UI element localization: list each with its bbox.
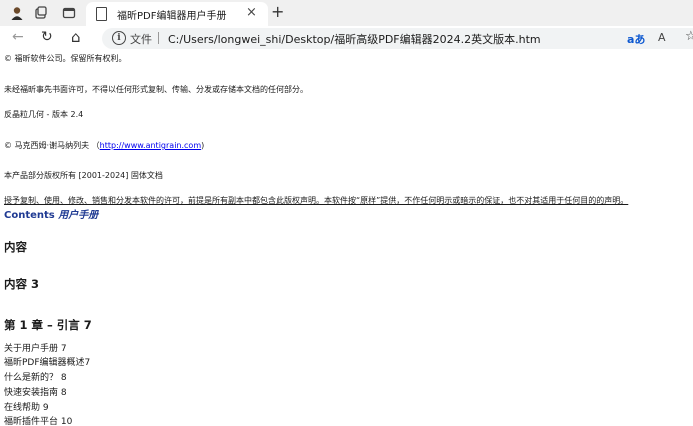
no-copy-notice: 未经福昕事先书面许可，不得以任何形式复制、传输、分发或存储本文档的任何部分。 (4, 85, 308, 94)
toc-item[interactable]: 快速安装指南 8 (4, 385, 67, 398)
new-tab-icon[interactable]: + (271, 2, 284, 21)
tab-close-icon[interactable]: × (246, 5, 257, 20)
address-bar[interactable]: i 文件 C:/Users/longwei_shi/Desktop/福昕高级PD… (102, 28, 693, 49)
toc-item[interactable]: 关于用户手册 7 (4, 341, 67, 354)
toc-item[interactable]: 在线帮助 9 (4, 400, 49, 413)
contents-label: Contents (4, 210, 55, 221)
page-content: © 福昕软件公司。保留所有权利。 未经福昕事先书面许可，不得以任何形式复制、传输… (0, 51, 693, 426)
home-icon[interactable]: ⌂ (71, 28, 81, 46)
contents-label-italic: 用户手册 (58, 210, 99, 221)
agg-copyright-suffix: ) (201, 141, 205, 150)
text-size-icon[interactable]: A (658, 31, 666, 44)
partial-copyright: 本产品部分版权所有 [2001-2024] 固体文档 (4, 171, 163, 180)
heading-contents-3: 内容 3 (4, 277, 40, 291)
favorite-star-icon[interactable]: ☆ (685, 29, 693, 44)
workspaces-icon[interactable] (32, 4, 50, 22)
license-text: 授予复制、使用、修改、销售和分发本软件的许可，前提是所有副本中都包含此版权声明。… (4, 196, 629, 205)
heading-chapter-1: 第 1 章 – 引言 7 (4, 318, 92, 332)
version-line: 反晶粒几何 - 版本 2.4 (4, 110, 84, 119)
copyright-line: © 福昕软件公司。保留所有权利。 (4, 54, 127, 63)
reload-icon[interactable]: ↻ (41, 29, 53, 45)
tab-actions-icon[interactable] (60, 4, 78, 22)
toc-item[interactable]: 福昕插件平台 10 (4, 414, 72, 426)
toc-item[interactable]: 什么是新的？ 8 (4, 370, 67, 383)
info-icon[interactable]: i (112, 31, 126, 45)
document-icon (96, 7, 107, 21)
address-row: ← ↻ ⌂ i 文件 C:/Users/longwei_shi/Desktop/… (0, 26, 693, 52)
agg-copyright: © 马克西姆·谢马纳列夫 （http://www.antigrain.com) (4, 140, 204, 151)
file-scheme-label: 文件 (130, 33, 152, 46)
tab-strip: 福昕PDF编辑器用户手册 × + (0, 0, 693, 26)
heading-contents: 内容 (4, 240, 27, 254)
tab-active[interactable]: 福昕PDF编辑器用户手册 × (86, 2, 268, 26)
tab-title: 福昕PDF编辑器用户手册 (117, 11, 227, 22)
agg-copyright-prefix: © 马克西姆·谢马纳列夫 （ (4, 141, 100, 150)
toc-item[interactable]: 福昕PDF编辑器概述7 (4, 355, 90, 368)
profile-avatar-icon[interactable] (8, 4, 26, 22)
read-aloud-icon[interactable]: aあ (627, 31, 645, 47)
agg-link[interactable]: http://www.antigrain.com (100, 141, 201, 150)
url-text[interactable]: C:/Users/longwei_shi/Desktop/福昕高级PDF编辑器2… (168, 31, 541, 47)
back-icon[interactable]: ← (12, 29, 24, 45)
address-separator (158, 32, 159, 44)
contents-heading: Contents 用户手册 (4, 206, 98, 221)
